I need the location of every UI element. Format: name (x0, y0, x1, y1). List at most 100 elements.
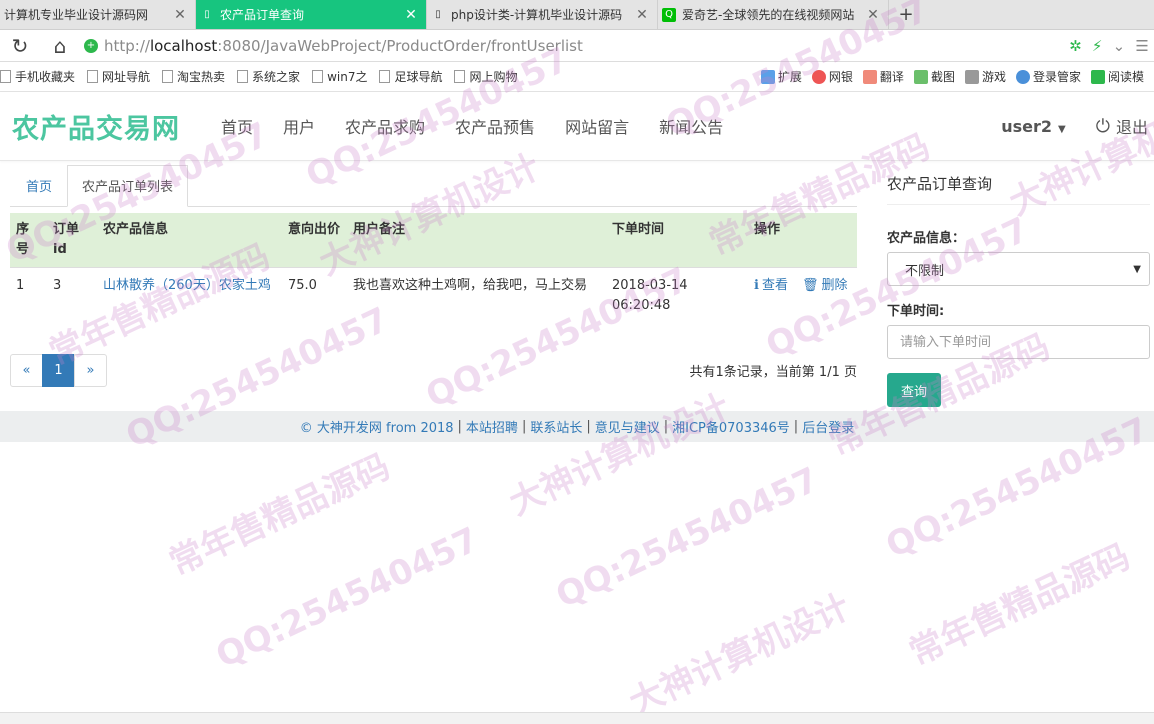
col-index: 序号 (10, 213, 47, 268)
page-icon: ▯ (204, 9, 210, 20)
info-icon: ℹ (754, 278, 759, 293)
extensions-button[interactable]: 扩展 (760, 68, 802, 85)
bank-button[interactable]: 网银 (811, 68, 853, 85)
login-manager-button[interactable]: 登录管家 (1015, 68, 1081, 85)
table-header-row: 序号 订单id 农产品信息 意向出价 用户备注 下单时间 操作 (10, 213, 857, 268)
close-icon[interactable]: ✕ (635, 7, 649, 23)
bank-icon (811, 69, 826, 84)
speed-icon[interactable]: ✲ (1069, 37, 1082, 55)
grid-icon (760, 69, 775, 84)
page-icon (312, 70, 324, 83)
product-link[interactable]: 山林散养（260天）农家土鸡 (103, 278, 271, 293)
new-tab-icon[interactable]: + (889, 0, 923, 29)
home-icon[interactable]: ⌂ (40, 34, 80, 58)
logout-button[interactable]: ⏻ 退出 (1096, 114, 1148, 138)
footer-separator: | (586, 419, 591, 434)
footer-copyright[interactable]: © 大神开发网 from 2018 (300, 417, 454, 436)
search-button[interactable]: 查询 (887, 373, 941, 407)
close-icon[interactable]: ✕ (404, 7, 418, 23)
scissors-icon (913, 69, 928, 84)
footer-admin-login-link[interactable]: 后台登录 (802, 417, 854, 436)
table-row: 1 3 山林散养（260天）农家土鸡 75.0 我也喜欢这种土鸡啊，给我吧，马上… (10, 267, 857, 324)
watermark-text: QQ:254540457 (550, 459, 825, 617)
pagination-row: « 1 » 共有1条记录，当前第 1/1 页 (10, 354, 857, 387)
sidebar-title: 农产品订单查询 (887, 173, 1150, 205)
url-path: :8080/JavaWebProject/ProductOrder/frontU… (217, 36, 583, 55)
footer-icp-link[interactable]: 湘ICP备0703346号 (672, 417, 790, 436)
menu-icon[interactable]: ☰ (1135, 37, 1148, 55)
user-menu[interactable]: user2 ▼ (1001, 117, 1066, 136)
product-filter-label: 农产品信息： (887, 231, 966, 246)
browser-tab-bar: 计算机专业毕业设计源码网 ✕ ▯ 农产品订单查询 ✕ ▯ php设计类-计算机毕… (0, 0, 1154, 30)
tab-title: 爱奇艺-全球领先的在线视频网站 (682, 8, 855, 22)
folder-icon (0, 70, 11, 83)
chevron-down-icon[interactable]: ⌄ (1113, 37, 1126, 55)
page-icon (87, 70, 99, 83)
browser-tab-active[interactable]: ▯ 农产品订单查询 ✕ (196, 0, 427, 29)
page-content: 首页 农产品订单列表 序号 订单id 农产品信息 意向出价 用户备注 下单时间 … (0, 161, 1154, 407)
product-select[interactable]: 不限制 ▼ (887, 252, 1150, 286)
url-host: localhost (149, 36, 218, 55)
watermark-text: 常年售精品源码 (903, 536, 1136, 674)
bookmark-item[interactable]: 系统之家 (237, 68, 300, 85)
search-sidebar: 农产品订单查询 农产品信息： 不限制 ▼ 下单时间: 查询 (857, 161, 1154, 407)
games-button[interactable]: 游戏 (964, 68, 1006, 85)
page-1-button[interactable]: 1 (42, 354, 75, 387)
browser-tab[interactable]: 计算机专业毕业设计源码网 ✕ (0, 0, 196, 29)
bookmark-item[interactable]: 网址导航 (87, 68, 150, 85)
order-time-input[interactable] (887, 325, 1150, 359)
orders-table: 序号 订单id 农产品信息 意向出价 用户备注 下单时间 操作 1 3 山林散养… (10, 213, 857, 324)
delete-button[interactable]: 🗑 删除 (802, 278, 848, 293)
translate-button[interactable]: 翻译 (862, 68, 904, 85)
view-button[interactable]: ℹ 查看 (754, 278, 788, 293)
nav-guestbook[interactable]: 网站留言 (565, 114, 629, 138)
footer-jobs-link[interactable]: 本站招聘 (466, 417, 518, 436)
bookmark-item[interactable]: 淘宝热卖 (162, 68, 225, 85)
bookmark-item[interactable]: 网上购物 (454, 68, 517, 85)
col-time: 下单时间 (606, 213, 748, 268)
prev-page-button[interactable]: « (10, 354, 43, 387)
nav-news[interactable]: 新闻公告 (659, 114, 723, 138)
col-remark: 用户备注 (347, 213, 606, 268)
browser-status-bar (0, 712, 1154, 724)
breadcrumb-home[interactable]: 首页 (10, 176, 67, 206)
close-icon[interactable]: ✕ (866, 7, 880, 23)
cell-index: 1 (10, 267, 47, 324)
watermark-text: 大神计算机设计 (623, 586, 856, 724)
url-field[interactable]: + http://localhost:8080/JavaWebProject/P… (80, 33, 1064, 59)
cell-product: 山林散养（260天）农家土鸡 (97, 267, 282, 324)
reader-mode-button[interactable]: 阅读模 (1090, 68, 1144, 85)
footer-separator: | (457, 419, 462, 434)
breadcrumb: 首页 农产品订单列表 (10, 165, 857, 207)
bookmark-item[interactable]: 足球导航 (379, 68, 442, 85)
iqiyi-icon: Q (662, 7, 676, 22)
screenshot-button[interactable]: 截图 (913, 68, 955, 85)
col-product: 农产品信息 (97, 213, 282, 268)
close-icon[interactable]: ✕ (173, 7, 187, 23)
url-prefix: http:// (104, 36, 150, 55)
browser-tab[interactable]: Q 爱奇艺-全球领先的在线视频网站 ✕ (658, 0, 889, 29)
reload-icon[interactable]: ↻ (0, 34, 40, 58)
tab-title: php设计类-计算机毕业设计源码 (451, 8, 623, 22)
bookmarks-bar: 手机收藏夹 网址导航 淘宝热卖 系统之家 win7之 足球导航 网上购物 扩展 … (0, 62, 1154, 92)
nav-product-wanted[interactable]: 农产品求购 (345, 114, 425, 138)
trash-icon: 🗑 (801, 278, 819, 293)
bookmark-item[interactable]: win7之 (312, 68, 367, 85)
bookmark-item[interactable]: 手机收藏夹 (0, 68, 75, 85)
site-logo[interactable]: 农产品交易网 (12, 107, 180, 146)
cell-order-id: 3 (47, 267, 97, 324)
address-tools: ✲ ⚡ ⌄ ☰ (1064, 37, 1154, 55)
cell-actions: ℹ 查看 🗑 删除 (748, 267, 857, 324)
nav-home[interactable]: 首页 (221, 114, 253, 138)
lightning-icon[interactable]: ⚡ (1092, 37, 1103, 55)
watermark-text: 常年售精品源码 (163, 446, 396, 584)
next-page-button[interactable]: » (74, 354, 107, 387)
time-filter-label: 下单时间: (887, 304, 945, 319)
browser-tab[interactable]: ▯ php设计类-计算机毕业设计源码 ✕ (427, 0, 658, 29)
footer-contact-link[interactable]: 联系站长 (530, 417, 582, 436)
page-icon (237, 70, 249, 83)
nav-users[interactable]: 用户 (283, 114, 315, 138)
footer-feedback-link[interactable]: 意见与建议 (595, 417, 660, 436)
nav-product-presale[interactable]: 农产品预售 (455, 114, 535, 138)
col-actions: 操作 (748, 213, 857, 268)
